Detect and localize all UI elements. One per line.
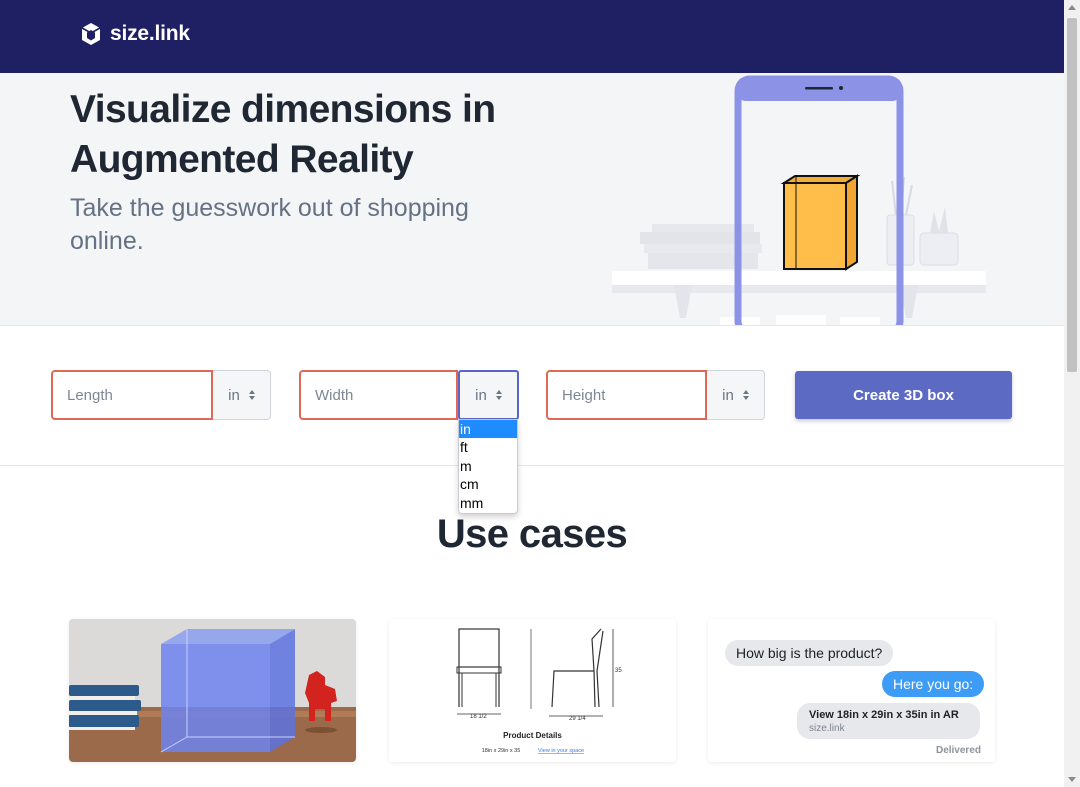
length-unit-select[interactable]: in — [213, 370, 271, 420]
scrollbar-thumb[interactable] — [1067, 18, 1077, 372]
unit-option-in[interactable]: in — [459, 420, 517, 439]
select-arrows-icon — [495, 390, 502, 400]
chair-diagram-image: 18 1/2 35 29 1/4 Product Details 18in x … — [389, 619, 676, 762]
hero-subtitle: Take the guesswork out of shopping onlin… — [70, 194, 469, 255]
product-details-caption: Product Details — [503, 731, 562, 740]
select-arrows-icon — [742, 390, 749, 400]
width-unit-select[interactable]: in — [458, 370, 519, 420]
width-input[interactable]: Width — [299, 370, 458, 420]
chair-width-label: 18 1/2 — [470, 714, 487, 720]
length-unit-value: in — [228, 386, 240, 404]
unit-option-mm[interactable]: mm — [459, 494, 517, 512]
width-group: Width in — [299, 370, 519, 420]
top-navbar: size.link — [0, 0, 1064, 73]
view-in-space-link: View in your space — [538, 748, 584, 754]
length-input[interactable]: Length — [51, 370, 213, 420]
hero-section: Visualize dimensions in Augmented Realit… — [0, 73, 1064, 326]
use-case-card-room[interactable] — [69, 619, 356, 762]
link-preview-title: View 18in x 29in x 35in in AR — [809, 709, 959, 721]
use-case-card-product[interactable]: 18 1/2 35 29 1/4 Product Details 18in x … — [389, 619, 676, 762]
scroll-down-icon[interactable] — [1068, 777, 1076, 782]
chair-depth-label: 29 1/4 — [569, 716, 586, 722]
link-preview-domain: size.link — [809, 723, 845, 734]
product-dims-text: 18in x 29in x 35 — [482, 748, 521, 754]
create-3d-box-button[interactable]: Create 3D box — [795, 371, 1012, 419]
phone-ar-illustration — [600, 73, 1000, 325]
height-input[interactable]: Height — [546, 370, 707, 420]
length-group: Length in — [51, 370, 271, 420]
unit-option-m[interactable]: m — [459, 457, 517, 475]
select-arrows-icon — [248, 390, 255, 400]
cube-icon — [80, 22, 102, 46]
width-unit-value: in — [475, 386, 487, 404]
chair-height-label: 35 — [615, 668, 622, 674]
logo-text: size.link — [110, 22, 190, 45]
chat-answer-bubble: Here you go: — [882, 671, 985, 697]
page: size.link Visualize dimensions in Augmen… — [0, 0, 1064, 787]
unit-option-ft[interactable]: ft — [459, 438, 517, 456]
page-scrollbar[interactable] — [1064, 0, 1080, 787]
use-case-card-chat[interactable]: How big is the product? Here you go: Vie… — [708, 619, 995, 762]
use-cases-title: Use cases — [436, 512, 628, 556]
height-unit-select[interactable]: in — [707, 370, 765, 420]
chat-question-bubble: How big is the product? — [725, 640, 894, 666]
scroll-up-icon[interactable] — [1068, 5, 1076, 10]
chat-link-preview[interactable]: View 18in x 29in x 35in in AR size.link — [797, 703, 980, 739]
room-ar-box-image — [69, 619, 356, 762]
hero-title: Visualize dimensions in Augmented Realit… — [70, 88, 496, 181]
unit-option-cm[interactable]: cm — [459, 475, 517, 493]
height-group: Height in — [546, 370, 765, 420]
unit-dropdown-list: in ft m cm mm — [458, 419, 518, 514]
logo[interactable]: size.link — [80, 22, 190, 46]
height-unit-value: in — [722, 386, 734, 404]
dimension-form: Length in Width in Height in Create 3D b… — [0, 326, 1064, 466]
delivered-status: Delivered — [935, 745, 981, 756]
